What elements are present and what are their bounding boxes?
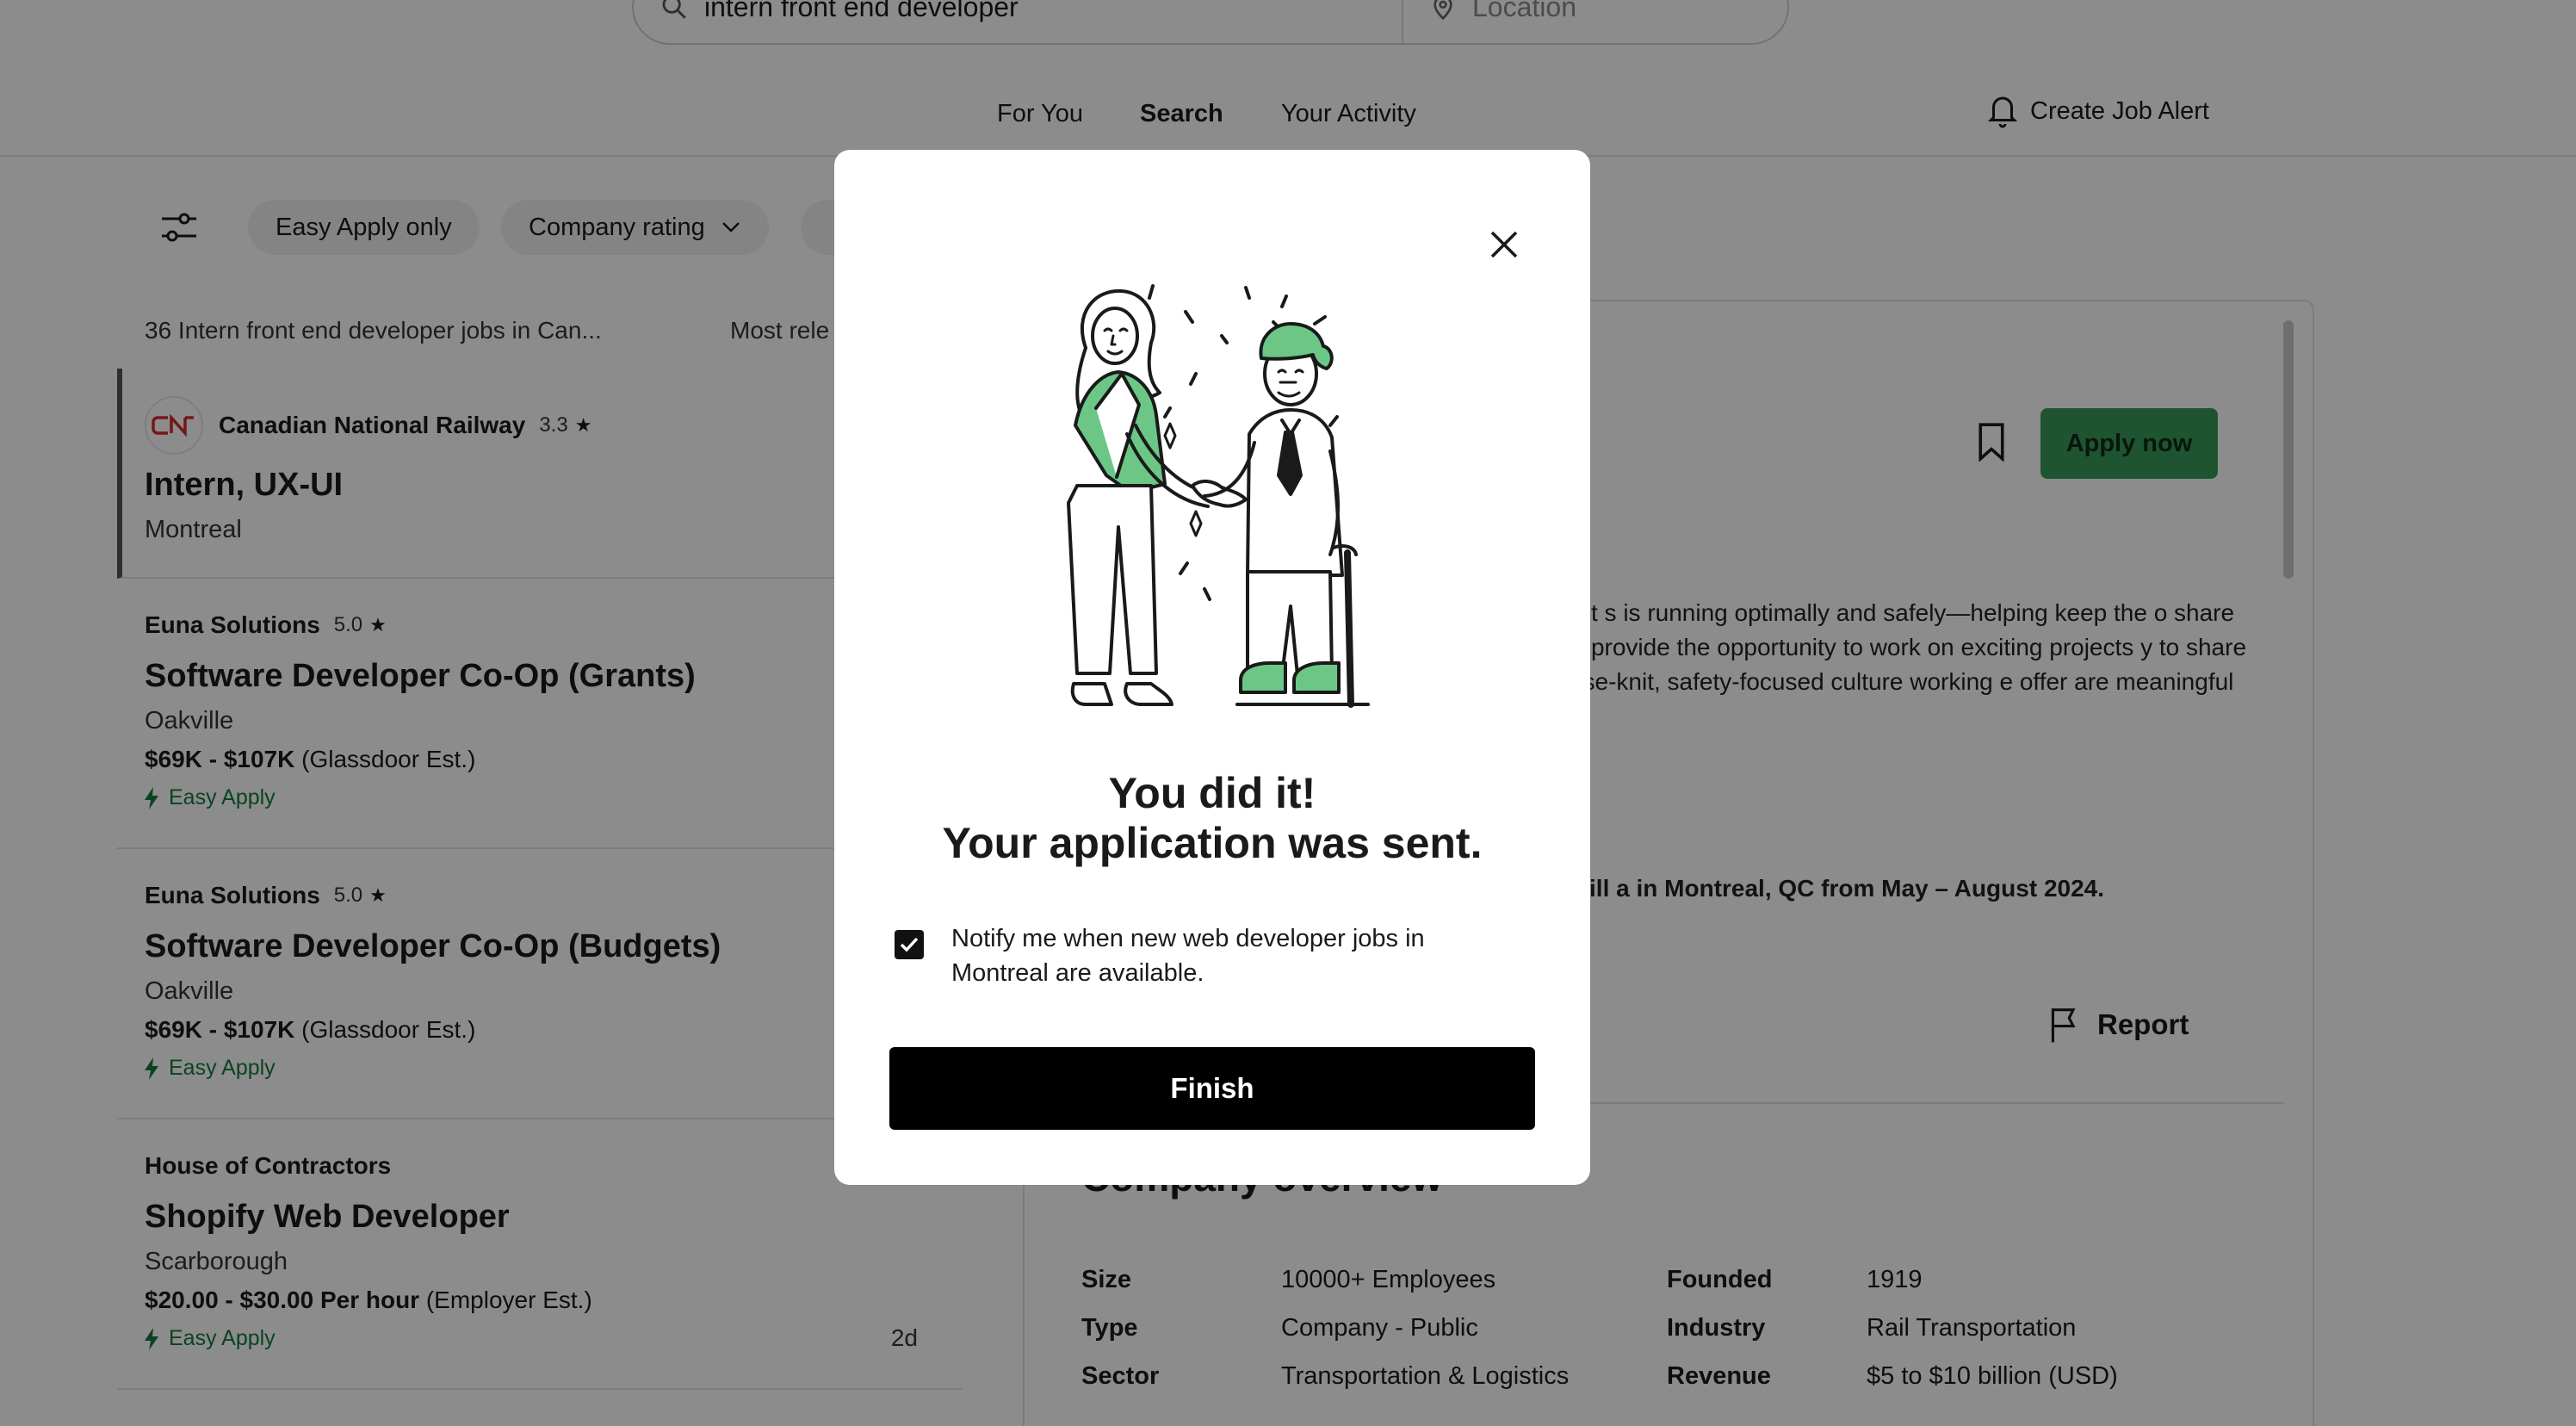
finish-button[interactable]: Finish xyxy=(889,1047,1535,1130)
success-headline-line-2: Your application was sent. xyxy=(942,819,1483,867)
checkmark-icon xyxy=(900,937,919,952)
close-button[interactable] xyxy=(1478,219,1530,270)
notify-checkbox[interactable] xyxy=(895,930,924,959)
notify-option: Notify me when new web developer jobs in… xyxy=(895,921,1468,990)
success-headline: You did it! Your application was sent. xyxy=(834,768,1590,868)
handshake-illustration xyxy=(1067,284,1370,708)
application-sent-dialog: You did it! Your application was sent. N… xyxy=(834,150,1590,1185)
success-headline-line-1: You did it! xyxy=(1108,769,1316,817)
notify-label: Notify me when new web developer jobs in… xyxy=(951,925,1425,987)
close-icon xyxy=(1490,231,1518,258)
